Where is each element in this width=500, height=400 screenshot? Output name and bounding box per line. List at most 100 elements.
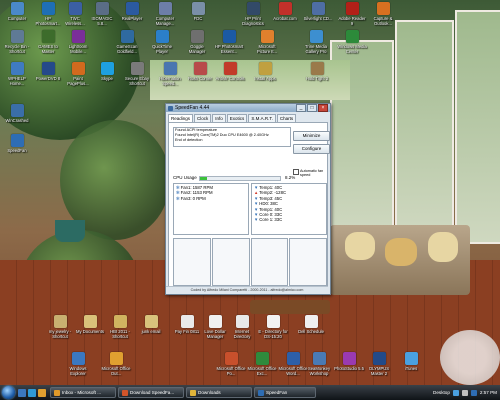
tab-smart[interactable]: S.M.A.R.T. xyxy=(248,114,276,122)
desktop-icon[interactable]: Secure Ebay Shortcut xyxy=(122,62,152,86)
desktop-icon[interactable]: WPHELP Home... xyxy=(2,62,32,86)
desktop-icon-glyph xyxy=(190,30,204,43)
desktop-icon[interactable]: Hold Tight 2 xyxy=(302,62,332,81)
desktop-icon[interactable]: Lightroom Mobile... xyxy=(63,30,93,54)
speed-control-box xyxy=(289,238,327,286)
speedfan-tray-icon[interactable] xyxy=(470,389,477,396)
desktop-toolbar-label[interactable]: Desktop xyxy=(433,390,450,395)
desktop-icon-label: iTunes xyxy=(404,366,418,371)
desktop-icon[interactable]: Trine Media Gallery Pro xyxy=(301,30,331,54)
clock[interactable]: 2:57 PM xyxy=(480,390,497,395)
speed-control-box xyxy=(173,238,211,286)
fan-icon: ✻ xyxy=(176,195,180,201)
log-line: End of detection xyxy=(175,138,203,142)
start-button[interactable] xyxy=(2,386,15,399)
minimize-window-icon[interactable]: _ xyxy=(296,104,306,112)
desktop-icon[interactable]: Capture & Outlook... xyxy=(368,2,398,26)
desktop-icon-glyph xyxy=(191,2,205,15)
taskbar-button-label: Download SpeedFa... xyxy=(130,390,175,395)
tab-clock[interactable]: Clock xyxy=(194,114,212,122)
desktop-icon[interactable]: GAMES to Master xyxy=(33,30,63,54)
desktop-icon[interactable]: Paint PagePlus... xyxy=(63,62,93,86)
taskbar-button[interactable]: Downloads xyxy=(186,387,252,398)
minimize-button[interactable]: Minimize xyxy=(293,131,330,141)
desktop-icon[interactable]: SpeedFan xyxy=(2,134,32,153)
desktop-icon[interactable]: my jewelry - Shortcut xyxy=(45,315,75,339)
show-desktop-icon[interactable] xyxy=(18,388,26,397)
desktop-icon-label: RealPlayer xyxy=(121,16,143,21)
speedfan-title-bar[interactable]: SpeedFan 4.44 _ □ × xyxy=(166,104,330,112)
desktop-icon[interactable]: E - Directory for DS-15:20 xyxy=(258,315,288,339)
tab-info[interactable]: Info xyxy=(212,114,226,122)
desktop-icon-label: my jewelry - Shortcut xyxy=(48,329,72,339)
desktop-icon-label: HBI 2011 - Shortcut xyxy=(110,329,130,339)
desktop-icon-label: Silverlight CD... xyxy=(303,16,333,21)
desktop-icon[interactable]: FDC xyxy=(183,2,213,21)
desktop-icon[interactable]: Dell Schedule xyxy=(296,315,326,334)
internet-explorer-icon[interactable] xyxy=(28,388,36,397)
desktop-icon[interactable]: QuickTime Player xyxy=(147,30,177,54)
desktop-icon[interactable]: Install Apps xyxy=(250,62,280,81)
desktop-icon[interactable]: SeaMonkey Workshop xyxy=(304,352,334,376)
desktop-icon[interactable]: Microsoft Office Po... xyxy=(216,352,246,376)
desktop-icon[interactable]: Silverlight CD... xyxy=(303,2,333,21)
desktop-icon[interactable]: Windows Media Center xyxy=(337,30,367,54)
taskbar-button[interactable]: SpeedFan xyxy=(254,387,316,398)
desktop-icon[interactable]: PowerDVD 8 xyxy=(33,62,63,81)
desktop-icon[interactable]: WinCrashed xyxy=(2,104,32,123)
desktop-icon[interactable]: TWC Wireless... xyxy=(60,2,90,26)
desktop-icon-glyph xyxy=(125,2,139,15)
desktop-icon[interactable]: Computer xyxy=(2,2,32,21)
desktop-icon[interactable]: RealPlayer xyxy=(117,2,147,21)
desktop-icon[interactable]: HP Photosmart... xyxy=(33,2,63,26)
automatic-fan-speed-label: Automatic fan speed xyxy=(300,169,324,177)
desktop-icon[interactable]: HP Photosmart Essent... xyxy=(214,30,244,54)
switch-windows-icon[interactable] xyxy=(38,388,46,397)
desktop-icon[interactable]: GameScan Goldfield... xyxy=(112,30,142,54)
desktop-icon[interactable]: junk email xyxy=(136,315,166,334)
taskbar-button[interactable]: Inbox - Microsoft ... xyxy=(50,387,116,398)
desktop-icon-label: Lightroom Mobile... xyxy=(68,44,88,54)
network-icon[interactable] xyxy=(452,389,459,396)
desktop-icon[interactable]: Hibernation Speed... xyxy=(155,62,185,86)
desktop-icon[interactable]: Recycle Bin - Shortcut xyxy=(2,30,32,54)
desktop-icon[interactable]: PhotoStudio 5.5 xyxy=(334,352,364,371)
desktop-icon[interactable]: Adobe Reader 9 xyxy=(337,2,367,26)
tab-exotics[interactable]: Exotics xyxy=(226,114,248,122)
desktop-icon[interactable]: iTunes xyxy=(396,352,426,371)
speedfan-credits: Coded by Alfredo Milani Comparetti - 200… xyxy=(166,286,328,294)
close-window-icon[interactable]: × xyxy=(318,104,328,112)
speedfan-window: SpeedFan 4.44 _ □ × Readings Clock Info Exo… xyxy=(165,103,331,295)
desktop-icon-label: Love Dollar Manager xyxy=(204,329,226,339)
desktop-icon[interactable]: Acrobat.com xyxy=(270,2,300,21)
configure-button[interactable]: Configure xyxy=(293,144,330,154)
desktop-icon[interactable]: Microsoft Office Out... xyxy=(101,352,131,376)
desktop-icon[interactable]: My Documents xyxy=(75,315,105,334)
desktop-icon[interactable]: OLYMPUS Master 2 xyxy=(364,352,394,376)
desktop-icon[interactable]: Pay Fin 0811 xyxy=(172,315,202,334)
desktop-icon[interactable]: Computer Manage... xyxy=(150,2,180,26)
desktop-icon[interactable]: Goggle Manager xyxy=(182,30,212,54)
tab-readings[interactable]: Readings xyxy=(168,114,194,122)
temperature-label: Core 1: xyxy=(259,217,274,223)
desktop-icon-label: Install Apps xyxy=(254,76,276,81)
volume-icon[interactable] xyxy=(461,389,468,396)
desktop-icon[interactable]: Rush Corner xyxy=(185,62,215,81)
desktop-icon[interactable]: HBI 2011 - Shortcut xyxy=(105,315,135,339)
cpu-usage-fill xyxy=(200,177,207,180)
automatic-fan-speed-option[interactable]: Automatic fan speed xyxy=(293,169,330,177)
desktop-icon[interactable]: Skype xyxy=(92,62,122,81)
desktop-icon[interactable]: Internet Directory xyxy=(227,315,257,339)
desktop-icon[interactable]: Love Dollar Manager xyxy=(200,315,230,339)
desktop-icon[interactable]: HP Print Diagnostics xyxy=(238,2,268,26)
maximize-window-icon[interactable]: □ xyxy=(307,104,317,112)
desktop-icon-label: junk email xyxy=(141,329,161,334)
desktop-icon[interactable]: Microsoft Picture It... xyxy=(252,30,282,54)
tab-charts[interactable]: Charts xyxy=(276,114,297,122)
desktop-icon[interactable]: AntiVir Controls xyxy=(215,62,245,81)
taskbar-button[interactable]: Download SpeedFa... xyxy=(118,387,184,398)
desktop-icon[interactable]: Microsoft Office Exc... xyxy=(247,352,277,376)
desktop-icon[interactable]: ISOMAGIC 5.8... xyxy=(87,2,117,26)
desktop-icon[interactable]: Windows Explorer xyxy=(63,352,93,376)
desktop-icon-glyph xyxy=(41,62,55,75)
